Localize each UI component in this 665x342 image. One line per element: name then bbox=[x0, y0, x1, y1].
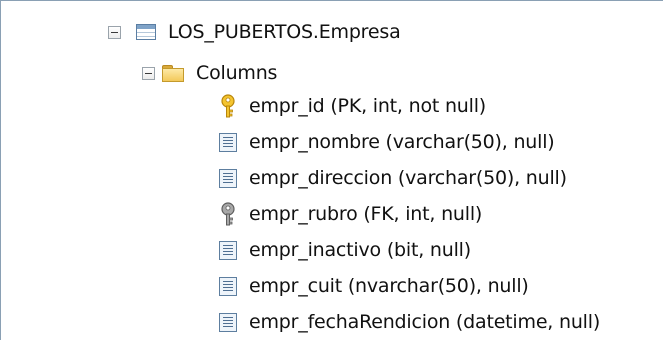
folder-icon bbox=[162, 64, 184, 82]
collapse-toggle-table[interactable] bbox=[108, 25, 121, 39]
column-icon bbox=[219, 132, 237, 152]
collapse-toggle-columns[interactable] bbox=[142, 66, 155, 80]
column-icon bbox=[219, 276, 237, 296]
table-node-label: LOS_PUBERTOS.Empresa bbox=[168, 21, 401, 43]
foreign-key-icon bbox=[221, 202, 235, 226]
column-label: empr_nombre (varchar(50), null) bbox=[249, 131, 555, 153]
tree-node-column[interactable]: empr_cuit (nvarchar(50), null) bbox=[219, 269, 529, 303]
tree-node-column[interactable]: empr_direccion (varchar(50), null) bbox=[219, 161, 567, 195]
column-icon bbox=[219, 312, 237, 332]
column-label: empr_cuit (nvarchar(50), null) bbox=[249, 275, 529, 297]
column-icon bbox=[219, 168, 237, 188]
table-icon bbox=[136, 24, 156, 40]
tree-node-column[interactable]: empr_id (PK, int, not null) bbox=[219, 89, 486, 123]
column-label: empr_direccion (varchar(50), null) bbox=[249, 167, 567, 189]
column-label: empr_inactivo (bit, null) bbox=[249, 239, 471, 261]
column-icon bbox=[219, 240, 237, 260]
tree-node-column[interactable]: empr_inactivo (bit, null) bbox=[219, 233, 471, 267]
tree-node-column[interactable]: empr_rubro (FK, int, null) bbox=[219, 197, 482, 231]
column-label: empr_id (PK, int, not null) bbox=[249, 95, 487, 117]
tree-node-table[interactable]: LOS_PUBERTOS.Empresa bbox=[108, 15, 401, 49]
tree-node-column[interactable]: empr_nombre (varchar(50), null) bbox=[219, 125, 555, 159]
column-label: empr_rubro (FK, int, null) bbox=[249, 203, 483, 225]
primary-key-icon bbox=[221, 94, 235, 118]
column-label: empr_fechaRendicion (datetime, null) bbox=[249, 311, 601, 333]
tree-node-columns-folder[interactable]: Columns bbox=[142, 56, 277, 90]
object-explorer-panel: LOS_PUBERTOS.Empresa Columns empr_id (PK… bbox=[0, 0, 663, 340]
tree-node-column[interactable]: empr_fechaRendicion (datetime, null) bbox=[219, 305, 600, 339]
columns-folder-label: Columns bbox=[196, 62, 278, 84]
